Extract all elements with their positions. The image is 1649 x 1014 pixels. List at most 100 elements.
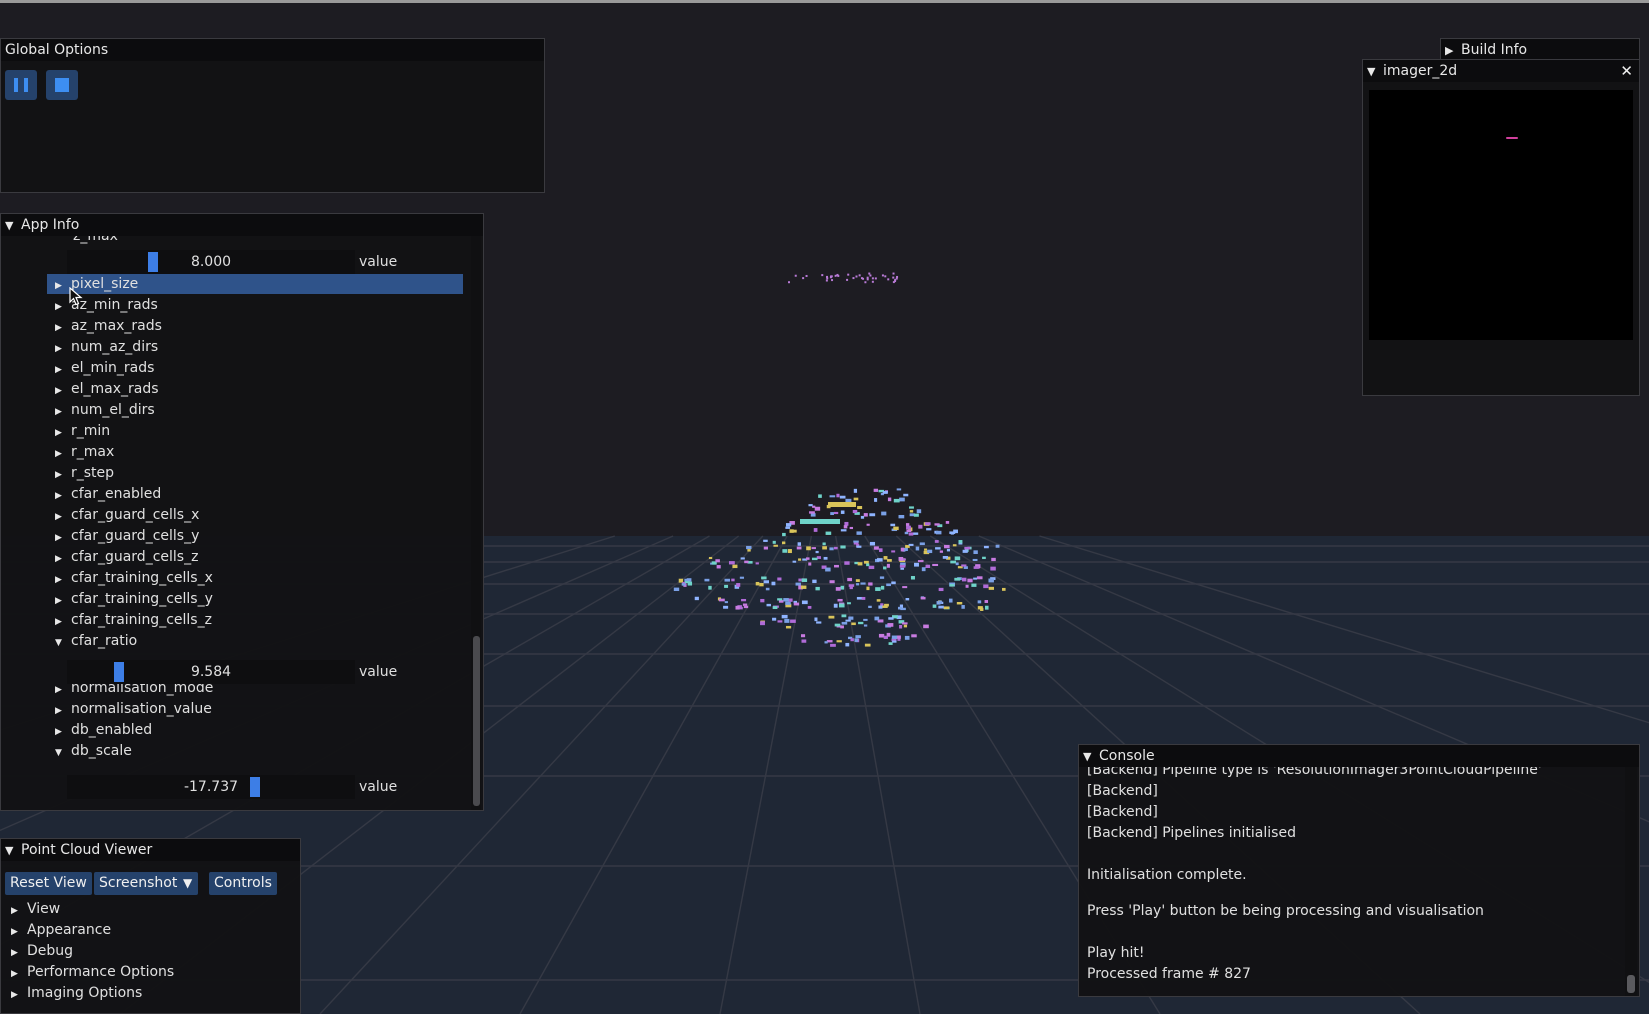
param-az-min-rads[interactable]: ▶ az_min_rads <box>47 295 158 315</box>
pause-button[interactable] <box>5 70 37 100</box>
point-cloud-viewer-title[interactable]: ▼ Point Cloud Viewer <box>1 839 300 861</box>
pcv-section-appearance[interactable]: ▶ Appearance <box>11 920 111 940</box>
screenshot-button[interactable]: Screenshot <box>94 872 183 895</box>
expand-triangle-icon: ▶ <box>55 596 62 606</box>
console-scroll-thumb[interactable] <box>1627 975 1635 993</box>
controls-button[interactable]: Controls <box>209 872 277 895</box>
param-label: r_max <box>71 444 115 460</box>
console-line: [Backend] <box>1087 783 1158 799</box>
stop-button[interactable] <box>46 70 78 100</box>
app-info-title-text: App Info <box>21 217 80 233</box>
global-options-window[interactable]: Global Options <box>0 38 545 193</box>
expand-triangle-icon: ▶ <box>55 512 62 522</box>
console-line: [Backend] Pipeline type is 'ResolutionIm… <box>1087 767 1542 778</box>
pcv-section-debug[interactable]: ▶ Debug <box>11 941 73 961</box>
param-num-az-dirs[interactable]: ▶ num_az_dirs <box>47 337 158 357</box>
param-cfar-guard-cells-y[interactable]: ▶ cfar_guard_cells_y <box>47 526 199 546</box>
param-cfar-enabled[interactable]: ▶ cfar_enabled <box>47 484 161 504</box>
param-label: cfar_enabled <box>71 486 162 502</box>
param-pixel-size[interactable]: ▶ pixel_size <box>47 274 463 294</box>
param-az-max-rads[interactable]: ▶ az_max_rads <box>47 316 162 336</box>
global-options-title[interactable]: Global Options <box>1 39 544 61</box>
top-border <box>0 0 1649 3</box>
param-cfar-training-cells-y[interactable]: ▶ cfar_training_cells_y <box>47 589 213 609</box>
param-label: el_max_rads <box>71 381 159 397</box>
param-r-min[interactable]: ▶ r_min <box>47 421 110 441</box>
expand-triangle-icon: ▶ <box>1445 44 1454 57</box>
expand-triangle-icon: ▶ <box>55 554 62 564</box>
param-label: az_min_rads <box>71 297 158 313</box>
param-db-enabled[interactable]: ▶ db_enabled <box>47 720 152 740</box>
console-body[interactable]: [Backend] Pipeline type is 'ResolutionIm… <box>1079 767 1639 996</box>
expand-triangle-icon: ▶ <box>55 449 62 459</box>
expand-triangle-icon: ▶ <box>55 407 62 417</box>
param-label: db_scale <box>71 743 132 759</box>
expand-triangle-icon: ▶ <box>55 323 62 333</box>
z-max-slider[interactable]: 8.000 <box>67 250 355 274</box>
param-label: num_az_dirs <box>71 339 159 355</box>
screenshot-dropdown-button[interactable]: ▼ <box>178 872 198 895</box>
param-r-max[interactable]: ▶ r_max <box>47 442 114 462</box>
param-cfar-training-cells-z[interactable]: ▶ cfar_training_cells_z <box>47 610 212 630</box>
build-info-title-text: Build Info <box>1461 42 1528 58</box>
expand-triangle-icon: ▶ <box>11 948 18 958</box>
param-r-step[interactable]: ▶ r_step <box>47 463 114 483</box>
console-title[interactable]: ▼ Console <box>1079 745 1639 767</box>
app-info-body[interactable]: z_max 8.000 value ▶ pixel_size ▶ az_min_rad… <box>1 236 483 810</box>
db-scale-slider[interactable]: -17.737 <box>67 775 355 799</box>
imager-2d-title[interactable]: ▼ imager_2d ✕ <box>1363 60 1639 82</box>
expand-triangle-icon: ▶ <box>55 706 62 716</box>
param-label: cfar_guard_cells_y <box>71 528 200 544</box>
point-cloud-viewer-window[interactable]: ▼ Point Cloud Viewer Reset View Screensho… <box>0 838 301 1014</box>
console-window[interactable]: ▼ Console [Backend] Pipeline type is 'Res… <box>1078 744 1640 997</box>
param-num-el-dirs[interactable]: ▶ num_el_dirs <box>47 400 155 420</box>
param-el-min-rads[interactable]: ▶ el_min_rads <box>47 358 154 378</box>
build-info-title[interactable]: ▶ Build Info <box>1441 39 1639 61</box>
expand-triangle-icon: ▶ <box>55 727 62 737</box>
param-cfar-ratio[interactable]: ▼ cfar_ratio <box>47 631 137 651</box>
imager-2d-image <box>1369 90 1633 340</box>
app-info-scroll-thumb[interactable] <box>473 636 480 806</box>
app-info-title[interactable]: ▼ App Info <box>1 214 483 236</box>
pcv-section-performance-options[interactable]: ▶ Performance Options <box>11 962 174 982</box>
param-label: cfar_ratio <box>71 633 138 649</box>
collapse-triangle-icon: ▼ <box>5 844 14 857</box>
param-label: num_el_dirs <box>71 402 155 418</box>
pcv-section-label: Appearance <box>27 922 112 938</box>
pcv-section-imaging-options[interactable]: ▶ Imaging Options <box>11 983 142 1003</box>
param-cfar-training-cells-x[interactable]: ▶ cfar_training_cells_x <box>47 568 213 588</box>
expand-triangle-icon: ▶ <box>55 344 62 354</box>
console-line: [Backend] <box>1087 804 1158 820</box>
pcv-section-view[interactable]: ▶ View <box>11 899 60 919</box>
console-line: Press 'Play' button be being processing … <box>1087 903 1484 919</box>
expand-triangle-icon: ▶ <box>55 281 62 291</box>
pcv-section-label: View <box>27 901 61 917</box>
param-db-scale[interactable]: ▼ db_scale <box>47 741 132 761</box>
param-label: r_min <box>71 423 111 439</box>
param-label: r_step <box>71 465 115 481</box>
param-label: el_min_rads <box>71 360 155 376</box>
param-cfar-guard-cells-z[interactable]: ▶ cfar_guard_cells_z <box>47 547 198 567</box>
cfar-ratio-slider[interactable]: 9.584 <box>67 660 355 684</box>
collapse-triangle-icon: ▼ <box>1083 750 1092 763</box>
param-el-max-rads[interactable]: ▶ el_max_rads <box>47 379 159 399</box>
console-scrollbar[interactable] <box>1625 767 1637 996</box>
cfar-ratio-value-label: value <box>359 664 398 680</box>
point-cloud-viewer-title-text: Point Cloud Viewer <box>21 842 153 858</box>
console-line: Processed frame # 827 <box>1087 966 1251 982</box>
image-blip <box>1506 137 1518 139</box>
imager-2d-title-text: imager_2d <box>1383 63 1458 79</box>
console-title-text: Console <box>1099 748 1155 764</box>
expand-triangle-icon: ▶ <box>55 470 62 480</box>
param-label: cfar_guard_cells_z <box>71 549 199 565</box>
reset-view-button[interactable]: Reset View <box>5 872 92 895</box>
imager-2d-window[interactable]: ▼ imager_2d ✕ <box>1362 59 1640 396</box>
app-info-window[interactable]: ▼ App Info z_max 8.000 value ▶ pixel_size ▶… <box>0 213 484 811</box>
collapse-triangle-icon: ▼ <box>55 638 62 648</box>
param-label: cfar_training_cells_x <box>71 570 213 586</box>
param-cfar-guard-cells-x[interactable]: ▶ cfar_guard_cells_x <box>47 505 199 525</box>
param-normalisation-value[interactable]: ▶ normalisation_value <box>47 699 212 719</box>
param-label: db_enabled <box>71 722 153 738</box>
close-icon[interactable]: ✕ <box>1620 60 1633 82</box>
pcv-section-label: Imaging Options <box>27 985 143 1001</box>
